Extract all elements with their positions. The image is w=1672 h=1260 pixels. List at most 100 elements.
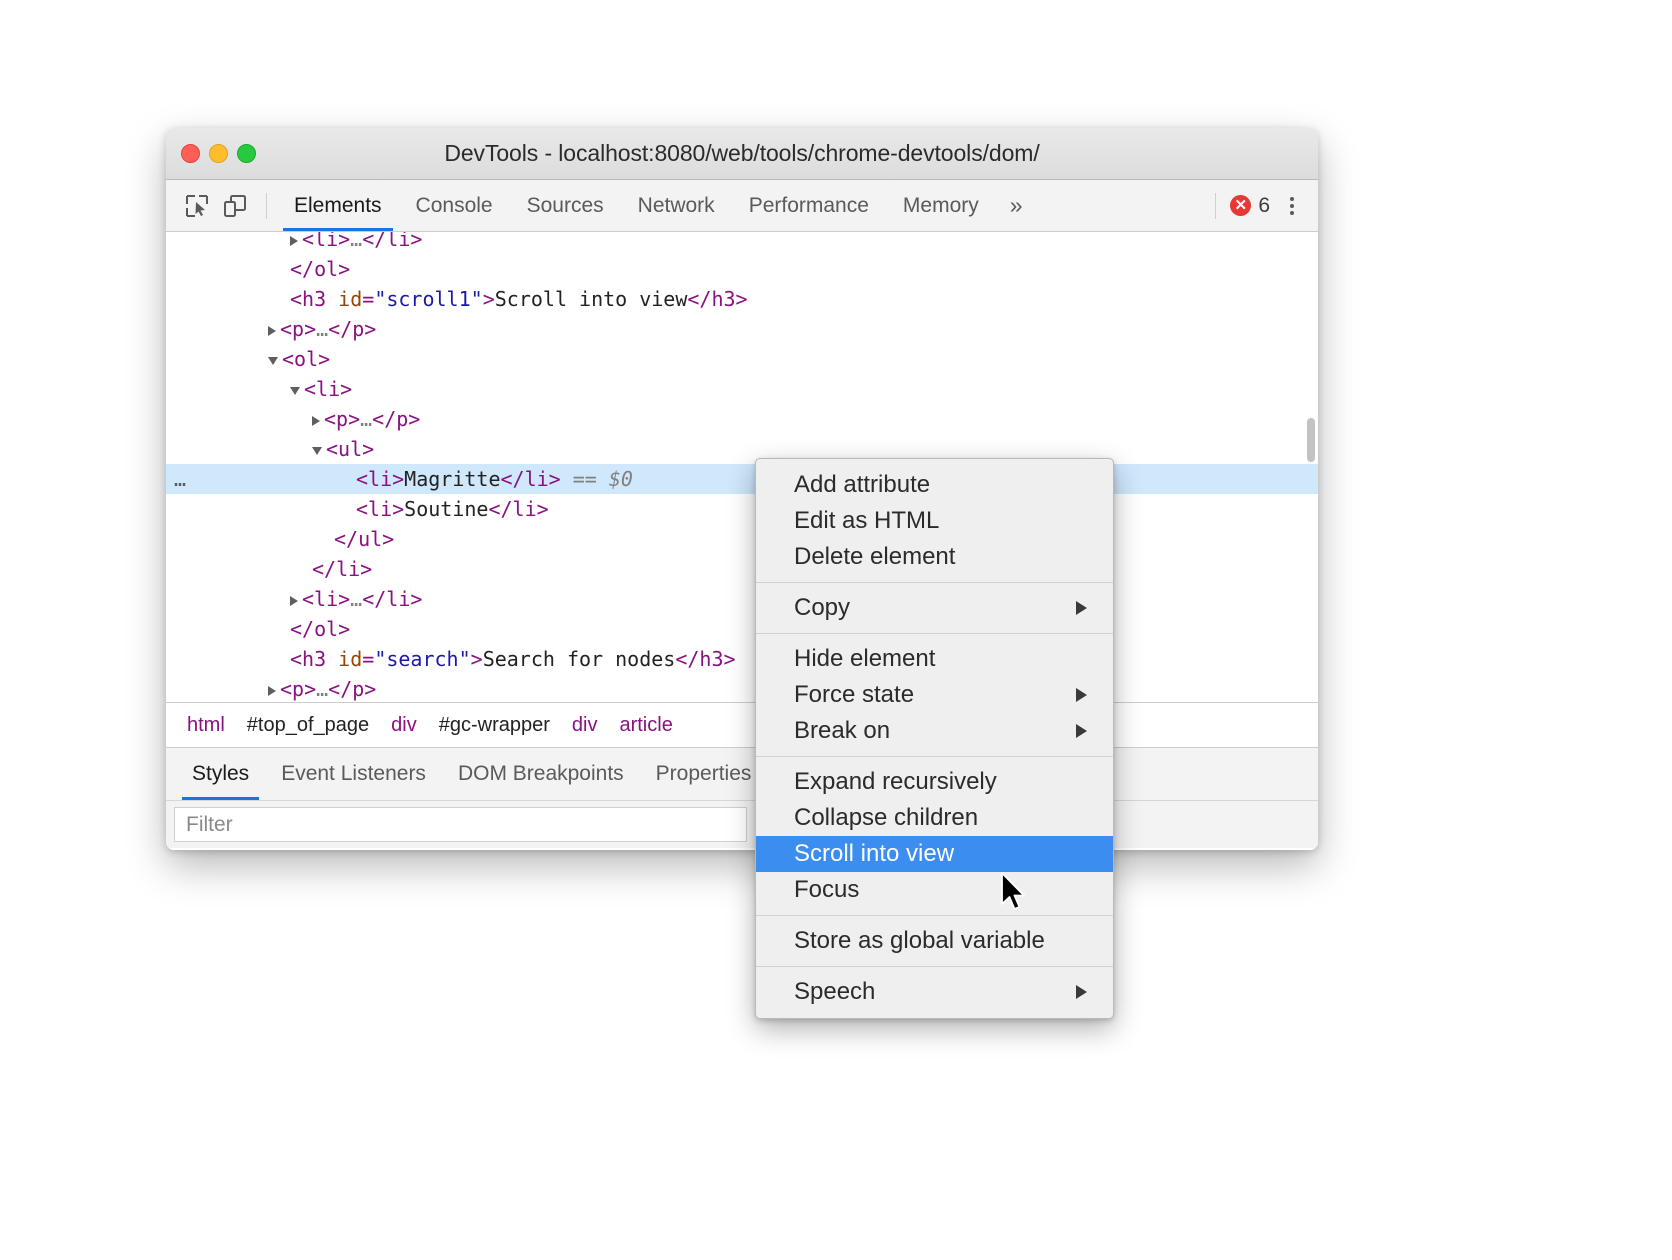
dom-tree-row[interactable]: <li> <box>166 374 1318 404</box>
device-toolbar-icon[interactable] <box>216 187 254 225</box>
dom-token-tag: </p> <box>372 407 420 431</box>
dom-tree-row[interactable]: <li>…</li> <box>166 232 1318 254</box>
dom-token-val: "search" <box>374 647 470 671</box>
expand-triangle-closed-icon[interactable] <box>268 686 276 696</box>
filter-input[interactable]: Filter <box>174 807 747 842</box>
breadcrumb-item-div[interactable]: div <box>380 714 428 737</box>
submenu-arrow-icon <box>1076 985 1087 999</box>
dom-tree-row[interactable]: <h3 id="scroll1">Scroll into view</h3> <box>166 284 1318 314</box>
context-menu-item-label: Scroll into view <box>794 840 954 868</box>
dom-tree-row[interactable]: </ul> <box>166 524 1318 554</box>
dom-token-val: "scroll1" <box>374 287 482 311</box>
dom-token-tag: </ol> <box>290 257 350 281</box>
context-menu-item-force-state[interactable]: Force state <box>756 677 1113 713</box>
dom-token-tag: </ol> <box>290 617 350 641</box>
context-menu-item-delete-element[interactable]: Delete element <box>756 539 1113 575</box>
tab-memory[interactable]: Memory <box>886 180 996 231</box>
breadcrumb-item-div[interactable]: div <box>561 714 609 737</box>
breadcrumb-item-gc-wrapper[interactable]: #gc-wrapper <box>428 714 561 737</box>
dom-tree-scrollbar[interactable] <box>1307 418 1315 462</box>
dom-token-tag: </li> <box>312 557 372 581</box>
dom-token-tag: <li> <box>304 377 352 401</box>
tab-properties[interactable]: Properties <box>640 748 768 800</box>
breadcrumb: html#top_of_pagediv#gc-wrapperdivarticle <box>166 702 1318 747</box>
expand-triangle-closed-icon[interactable] <box>268 326 276 336</box>
toolbar-divider <box>266 193 267 219</box>
tab-console[interactable]: Console <box>399 180 510 231</box>
dom-row-content: <h3 id="search">Search for nodes</h3> <box>166 644 736 674</box>
dom-tree-row[interactable]: <p>…</p> <box>166 404 1318 434</box>
expand-triangle-open-icon[interactable] <box>290 387 300 395</box>
dom-token-tag: > <box>483 287 495 311</box>
context-menu-item-break-on[interactable]: Break on <box>756 713 1113 749</box>
tab-sources[interactable]: Sources <box>510 180 621 231</box>
context-menu-item-speech[interactable]: Speech <box>756 974 1113 1010</box>
dom-tree-row[interactable]: <p>…</p> <box>166 314 1318 344</box>
expand-triangle-open-icon[interactable] <box>268 357 278 365</box>
dom-row-content: <p>…</p> <box>166 404 420 434</box>
context-menu-separator <box>756 915 1113 916</box>
breadcrumb-item-article[interactable]: article <box>608 714 683 737</box>
tab-styles[interactable]: Styles <box>176 748 265 800</box>
dom-tree-row[interactable]: <h3 id="search">Search for nodes</h3> <box>166 644 1318 674</box>
dom-tree-row[interactable]: <ol> <box>166 344 1318 374</box>
error-indicator[interactable]: ✕ 6 <box>1215 193 1270 219</box>
context-menu-item-edit-as-html[interactable]: Edit as HTML <box>756 503 1113 539</box>
dom-row-content: </ol> <box>166 614 350 644</box>
close-window-button[interactable] <box>181 144 200 163</box>
dom-token-dim: … <box>350 232 362 251</box>
toolbar-right-group: ✕ 6 <box>1215 180 1308 231</box>
submenu-arrow-icon <box>1076 724 1087 738</box>
dom-tree-pane[interactable]: <li>…</li></ol><h3 id="scroll1">Scroll i… <box>166 232 1318 702</box>
dom-tree-row[interactable]: <li>…</li> <box>166 584 1318 614</box>
dom-tree-row[interactable]: <ul> <box>166 434 1318 464</box>
dom-row-content: <ol> <box>166 344 330 374</box>
context-menu-item-add-attribute[interactable]: Add attribute <box>756 467 1113 503</box>
context-menu-item-hide-element[interactable]: Hide element <box>756 641 1113 677</box>
context-menu-item-store-as-global-variable[interactable]: Store as global variable <box>756 923 1113 959</box>
dom-tree-row[interactable]: <li>Soutine</li> <box>166 494 1318 524</box>
row-overflow-ellipsis[interactable]: … <box>174 464 187 494</box>
dom-row-content: </ul> <box>166 524 394 554</box>
dom-tree-row[interactable]: </ol> <box>166 614 1318 644</box>
context-menu-item-scroll-into-view[interactable]: Scroll into view <box>756 836 1113 872</box>
context-menu-item-expand-recursively[interactable]: Expand recursively <box>756 764 1113 800</box>
expand-triangle-closed-icon[interactable] <box>312 416 320 426</box>
context-menu-item-label: Collapse children <box>794 804 978 832</box>
breadcrumb-item-top-of-page[interactable]: #top_of_page <box>236 714 380 737</box>
more-tabs-icon[interactable]: » <box>996 192 1034 219</box>
dom-token-dim: … <box>360 407 372 431</box>
context-menu-item-collapse-children[interactable]: Collapse children <box>756 800 1113 836</box>
context-menu-item-label: Hide element <box>794 645 935 673</box>
dom-tree-row[interactable]: <p>…</p> <box>166 674 1318 702</box>
breadcrumb-item-html[interactable]: html <box>176 714 236 737</box>
context-menu-item-copy[interactable]: Copy <box>756 590 1113 626</box>
dom-tree-row[interactable]: </ol> <box>166 254 1318 284</box>
inspect-element-icon[interactable] <box>178 187 216 225</box>
minimize-window-button[interactable] <box>209 144 228 163</box>
context-menu-item-focus[interactable]: Focus <box>756 872 1113 908</box>
maximize-window-button[interactable] <box>237 144 256 163</box>
tab-event-listeners[interactable]: Event Listeners <box>265 748 442 800</box>
tab-network[interactable]: Network <box>621 180 732 231</box>
dom-token-tag: <h3 <box>290 647 338 671</box>
dom-token-tag: <li> <box>302 232 350 251</box>
context-menu-separator <box>756 756 1113 757</box>
context-menu-item-label: Delete element <box>794 543 955 571</box>
context-menu-item-label: Store as global variable <box>794 927 1045 955</box>
dom-tree-row[interactable]: </li> <box>166 554 1318 584</box>
window-title: DevTools - localhost:8080/web/tools/chro… <box>444 140 1039 167</box>
tab-dom-breakpoints[interactable]: DOM Breakpoints <box>442 748 640 800</box>
tab-elements[interactable]: Elements <box>277 180 399 231</box>
expand-triangle-closed-icon[interactable] <box>290 236 298 246</box>
submenu-arrow-icon <box>1076 688 1087 702</box>
dom-token-tag: > <box>471 647 483 671</box>
dom-row-content: <li>…</li> <box>166 584 422 614</box>
tab-sources-label: Sources <box>527 194 604 218</box>
expand-triangle-open-icon[interactable] <box>312 447 322 455</box>
dom-token-tag: <p> <box>324 407 360 431</box>
expand-triangle-closed-icon[interactable] <box>290 596 298 606</box>
dom-tree-row-selected[interactable]: …<li>Magritte</li> == $0 <box>166 464 1318 494</box>
more-options-icon[interactable] <box>1276 187 1308 225</box>
tab-performance[interactable]: Performance <box>732 180 886 231</box>
